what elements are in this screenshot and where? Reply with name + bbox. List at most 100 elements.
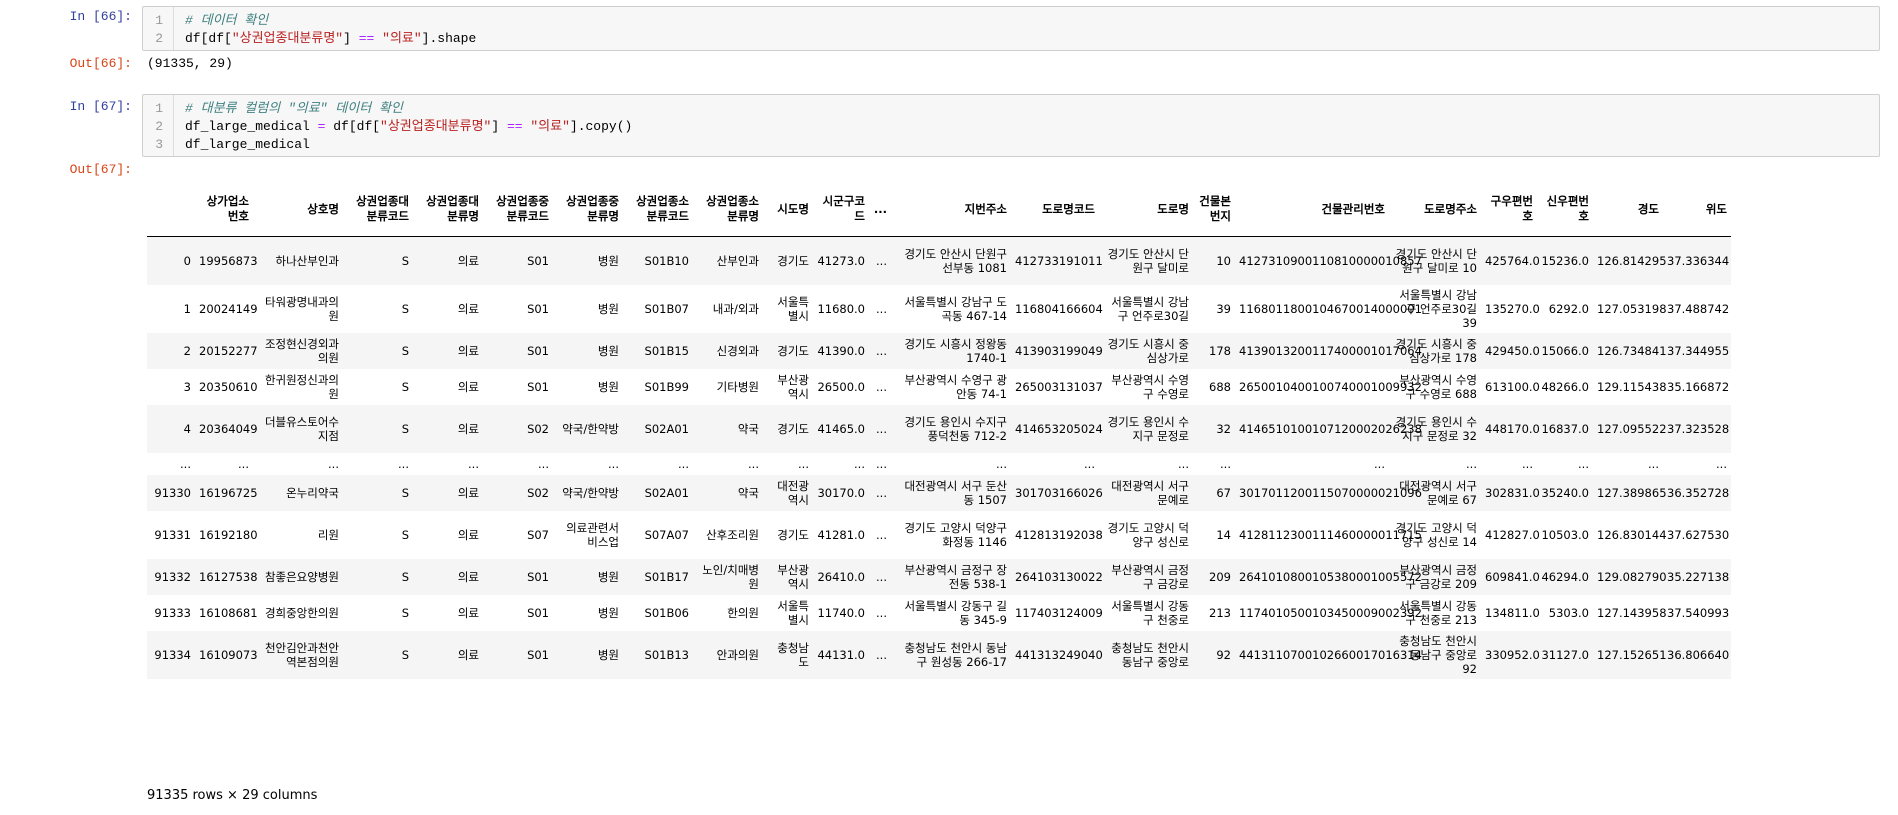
row-index: 91333: [154, 605, 191, 620]
table-cell: 16108681: [199, 605, 258, 620]
table-cell: S01: [527, 605, 549, 620]
table-cell: 의료: [457, 253, 479, 268]
table-cell: 참좋은요양병원: [264, 569, 339, 584]
table-cell: 11680.0: [817, 301, 865, 316]
table-cell: ...: [678, 456, 689, 471]
column-header: 구우편번호: [1481, 182, 1537, 237]
table-cell: 37.488742: [1667, 301, 1730, 316]
table-cell: 약국: [737, 421, 759, 436]
code-operator: ==: [506, 119, 523, 134]
table-cell: 충청남도: [777, 640, 809, 669]
table-cell: 92: [1216, 647, 1231, 662]
table-cell: 35240.0: [1541, 485, 1589, 500]
table-cell: ...: [876, 253, 887, 268]
table-cell: 16196725: [199, 485, 258, 500]
table-cell: 경희중앙한의원: [264, 605, 339, 620]
table-cell: 67: [1216, 485, 1231, 500]
table-cell: ...: [608, 456, 619, 471]
code-cell-66[interactable]: 1 # 데이터 확인 2 df[df["상권업종대분류명"] == "의료"].sha…: [142, 6, 1880, 51]
table-cell: ...: [1466, 456, 1477, 471]
table-cell: S02: [527, 421, 549, 436]
table-cell: 413903199049: [1015, 343, 1103, 358]
table-cell: 의료: [457, 343, 479, 358]
table-cell: 412827.0: [1485, 527, 1540, 542]
table-cell: 온누리약국: [286, 485, 339, 500]
code-comment: # 대분류 컬럼의 "의료" 데이터 확인: [185, 101, 403, 116]
table-cell: 의료: [457, 421, 479, 436]
code-token: ].shape: [421, 31, 477, 46]
table-row: 91334 16109073 천안김안과천안역본점의원 S 의료 S01 병원 S01B13 안…: [147, 630, 1731, 679]
table-cell: 한의원: [727, 605, 759, 620]
table-cell: ...: [876, 527, 887, 542]
table-cell: ...: [238, 456, 249, 471]
table-cell: ...: [328, 456, 339, 471]
table-cell: 약국/한약방: [562, 421, 619, 436]
code-cell-67[interactable]: 1 # 대분류 컬럼의 "의료" 데이터 확인 2 df_large_medical …: [142, 94, 1880, 157]
table-cell: ...: [1178, 456, 1189, 471]
table-cell: 35.166872: [1667, 379, 1730, 394]
column-header: 상권업종중분류명: [553, 182, 623, 237]
row-index: 91332: [154, 569, 191, 584]
table-cell: 경기도 용인시 수지구 문정로: [1107, 414, 1189, 443]
row-index: 4: [183, 421, 191, 436]
table-cell: ...: [1084, 456, 1095, 471]
table-cell: S: [401, 253, 409, 268]
table-cell: S07: [527, 527, 549, 542]
table-cell: 병원: [597, 253, 619, 268]
table-cell: 429450.0: [1485, 343, 1540, 358]
table-cell: 내과/외과: [712, 301, 759, 316]
table-cell: 20364049: [199, 421, 258, 436]
column-header: 경도: [1593, 182, 1663, 237]
table-cell: S: [401, 605, 409, 620]
table-cell: 26500.0: [817, 379, 865, 394]
table-cell: 경기도 고양시 덕양구 성신로 14: [1395, 520, 1477, 549]
table-cell: 더블유스토어수지점: [264, 414, 339, 443]
column-header: 시도명: [763, 182, 813, 237]
table-cell: S: [401, 485, 409, 500]
table-cell: 부산광역시 금정구 금강로: [1111, 562, 1189, 591]
code-string: "의료": [530, 119, 570, 134]
table-cell: 신경외과: [716, 343, 759, 358]
code-token: ]: [343, 31, 359, 46]
table-row: 91331 16192180 리원 S 의료 S07 의료관련서비스업 S07A07 산후조리원…: [147, 511, 1731, 559]
table-cell: 산부인과: [716, 253, 759, 268]
table-cell: 부산광역시 금정구 장전동 538-1: [904, 562, 1007, 591]
table-cell: 병원: [597, 301, 619, 316]
table-header-row: 상가업소번호 상호명 상권업종대분류코드 상권업종대분류명 상권업종중분류코드 상권업종중…: [147, 182, 1731, 237]
table-row: 4 20364049 더블유스토어수지점 S 의료 S02 약국/한약방 S02A01 약국 경기…: [147, 404, 1731, 453]
code-token: df[df[: [325, 119, 381, 134]
table-cell: ...: [398, 456, 409, 471]
table-cell: 한귀원정신과의원: [264, 372, 339, 401]
table-cell: 10503.0: [1541, 527, 1589, 542]
table-cell: 134811.0: [1485, 605, 1540, 620]
table-cell: ...: [876, 301, 887, 316]
table-cell: 129.082790: [1597, 569, 1667, 584]
table-cell: 대전광역시 서구 둔산동 1507: [904, 478, 1007, 507]
column-header: 상가업소번호: [195, 182, 253, 237]
table-cell: 경기도 안산시 단원구 선부동 1081: [904, 246, 1007, 275]
output-shape: (91335, 29): [147, 56, 233, 71]
table-row: 91330 16196725 온누리약국 S 의료 S02 약국/한약방 S02A01 약국 대전…: [147, 474, 1731, 511]
table-cell: 병원: [597, 605, 619, 620]
input-prompt-66: In [66]:: [69, 9, 132, 24]
table-cell: 1174010500103450009002392: [1239, 605, 1422, 620]
table-cell: 412733191011: [1015, 253, 1103, 268]
table-cell: 16127538: [199, 569, 258, 584]
table-cell: ...: [876, 605, 887, 620]
table-cell: ...: [1716, 456, 1727, 471]
table-cell: 19956873: [199, 253, 258, 268]
table-cell: ...: [1374, 456, 1385, 471]
table-cell: 3017011200115070000021096: [1239, 485, 1422, 500]
table-cell: 116804166604: [1015, 301, 1103, 316]
table-cell: 127.095522: [1597, 421, 1667, 436]
table-cell: 127.053198: [1597, 301, 1667, 316]
table-cell: S01: [527, 343, 549, 358]
table-cell: 4127310900110810000010857: [1239, 253, 1422, 268]
table-cell: 126.734841: [1597, 343, 1667, 358]
table-cell: 경기도 고양시 덕양구 성신로: [1107, 520, 1189, 549]
table-cell: 병원: [597, 569, 619, 584]
table-cell: 127.152651: [1597, 647, 1667, 662]
table-cell: 178: [1209, 343, 1231, 358]
table-cell: 2641010800105380001005572: [1239, 569, 1422, 584]
